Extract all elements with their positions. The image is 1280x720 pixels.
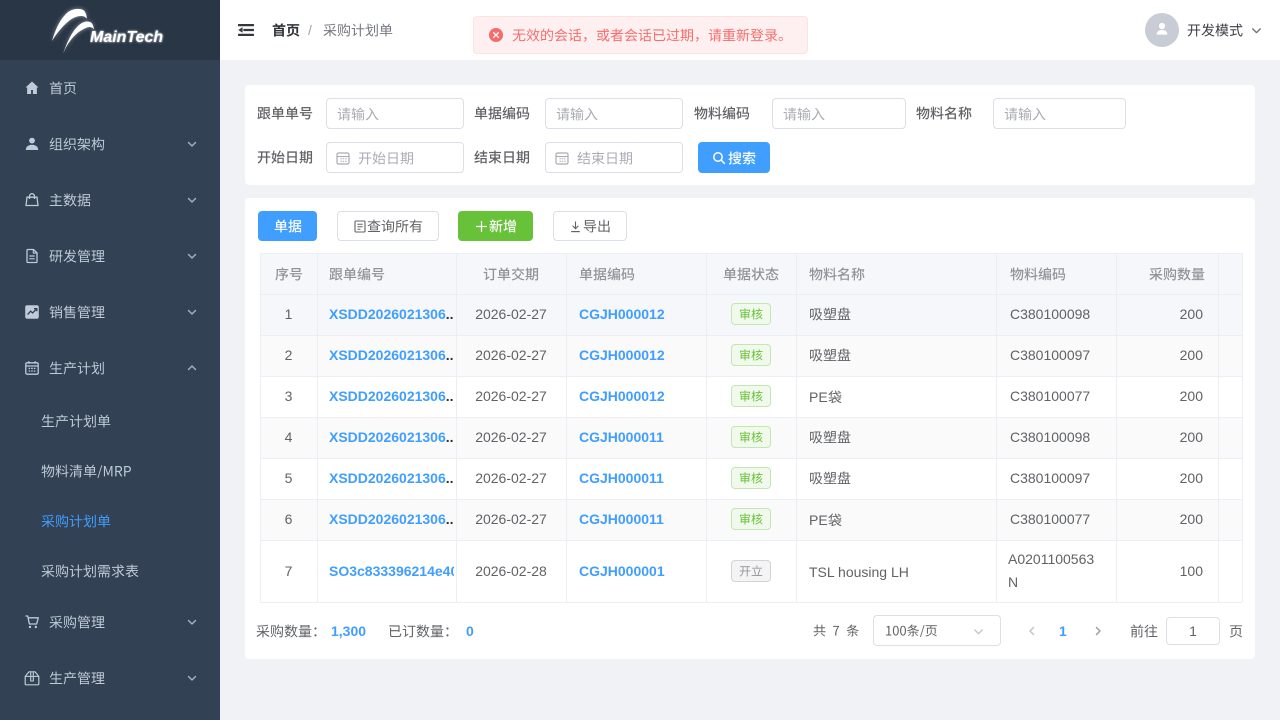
svg-text:MainTech: MainTech xyxy=(90,29,163,46)
